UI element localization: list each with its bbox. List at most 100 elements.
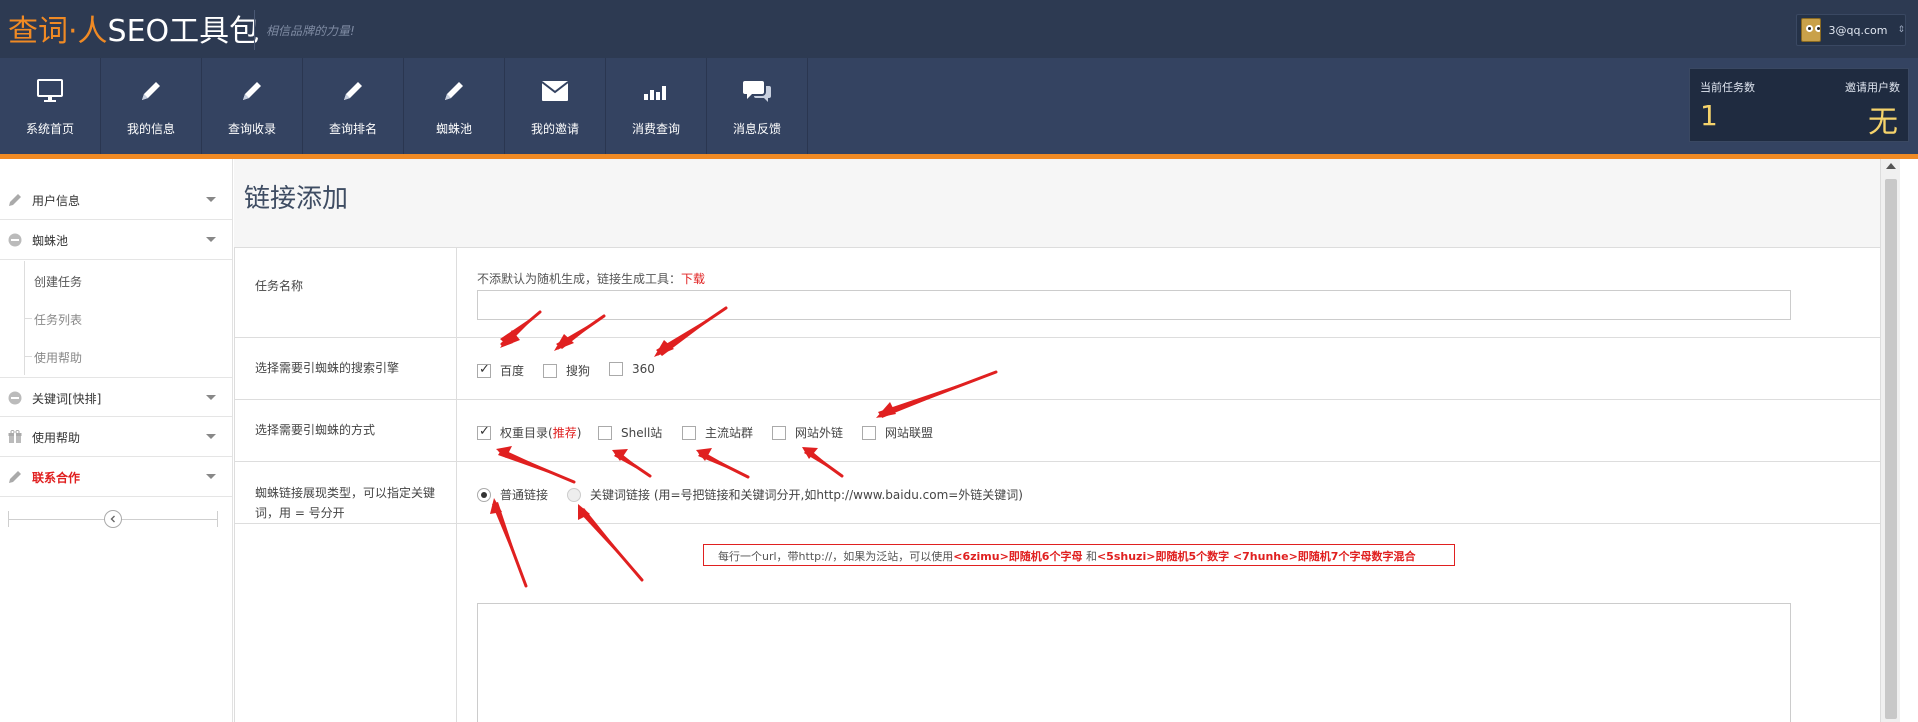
- nav-item-my-invites[interactable]: 我的邀请: [505, 58, 606, 154]
- method-option-label: Shell站: [621, 426, 663, 440]
- logo-part2: SEO工具包: [107, 14, 260, 49]
- nav-item-my-info[interactable]: 我的信息: [101, 58, 202, 154]
- nav-item-spider-pool[interactable]: 蜘蛛池: [404, 58, 505, 154]
- note-text: 和: [1082, 550, 1097, 563]
- form-value-cell: 不添默认为随机生成，链接生成工具：下载: [457, 248, 1880, 337]
- checkbox[interactable]: [862, 425, 876, 440]
- nav-item-consumption[interactable]: 消费查询: [606, 58, 707, 154]
- pencil-icon: [237, 76, 267, 106]
- sidebar-item-label: 关键词[快排]: [32, 392, 102, 406]
- engine-option-baidu[interactable]: 百度: [477, 362, 524, 379]
- sidebar-collapse-button[interactable]: [104, 510, 122, 528]
- checkbox[interactable]: [477, 424, 491, 440]
- nav-item-label: 我的信息: [126, 122, 175, 136]
- form-value-cell: 普通链接 关键词链接 (用=号把链接和关键词分开,如http://www.bai…: [457, 462, 1880, 523]
- method-option-weight-dir[interactable]: 权重目录(推荐): [477, 424, 581, 441]
- engine-option-label: 搜狗: [566, 364, 591, 378]
- nav-item-feedback[interactable]: 消息反馈: [707, 58, 808, 154]
- sidebar-subitem-task-list[interactable]: 任务列表: [0, 299, 232, 337]
- method-option-label-close: ): [576, 425, 582, 440]
- method-option-shell[interactable]: Shell站: [598, 424, 662, 441]
- link-add-form: 任务名称 不添默认为随机生成，链接生成工具：下载 选择需要引蜘蛛的搜索引擎 百度…: [234, 247, 1880, 722]
- checkbox[interactable]: [477, 362, 491, 378]
- method-option-label: 网站外链: [795, 426, 844, 440]
- form-label-cell: 选择需要引蜘蛛的搜索引擎: [235, 338, 457, 399]
- tree-branch: [24, 356, 32, 357]
- link-type-option-label: 普通链接: [500, 488, 549, 502]
- note-text: 每行一个url，带http://，如果为泛站，可以使用: [718, 550, 954, 563]
- nav-item-query-index[interactable]: 查询收录: [202, 58, 303, 154]
- nav-item-home[interactable]: 系统首页: [0, 58, 101, 154]
- caret-down-icon: [206, 237, 216, 242]
- sidebar-subitem-create-task[interactable]: 创建任务: [0, 261, 232, 299]
- engine-option-sogou[interactable]: 搜狗: [543, 362, 590, 379]
- sidebar-subitem-label: 创建任务: [34, 275, 83, 289]
- caret-down-icon: [206, 395, 216, 400]
- slogan: 相信品牌的力量!: [266, 24, 355, 38]
- collapse-line-end: [217, 511, 218, 527]
- sidebar-item-label: 联系合作: [32, 471, 81, 485]
- link-type-option-keyword[interactable]: 关键词链接 (用=号把链接和关键词分开,如http://www.baidu.co…: [567, 486, 1023, 503]
- task-name-label: 任务名称: [255, 279, 304, 293]
- user-menu[interactable]: 3@qq.com ⇕: [1796, 14, 1906, 46]
- method-option-label: 网站联盟: [885, 426, 934, 440]
- form-row-link-type: 蜘蛛链接展现类型，可以指定关键 词，用 = 号分开 普通链接 关键词链接 (用=…: [235, 462, 1880, 524]
- sidebar: 用户信息 蜘蛛池 创建任务 任务列表 使用帮助 关键词[快排] 使用帮助 联系合…: [0, 159, 233, 722]
- form-row-engines: 选择需要引蜘蛛的搜索引擎 百度 搜狗 360: [235, 338, 1880, 400]
- nav-item-label: 查询排名: [328, 122, 377, 136]
- main-nav: 系统首页 我的信息 查询收录 查询排名 蜘蛛池 我的邀请 消费查询 消息反馈 当…: [0, 58, 1918, 154]
- method-option-site-group[interactable]: 主流站群: [682, 424, 753, 441]
- nav-item-query-rank[interactable]: 查询排名: [303, 58, 404, 154]
- bar-chart-icon: [641, 76, 671, 106]
- radio[interactable]: [477, 487, 491, 502]
- top-bar: 查词·人 SEO工具包 相信品牌的力量! 3@qq.com ⇕: [0, 0, 1918, 58]
- link-type-label-line2: 词，用 = 号分开: [255, 506, 345, 520]
- sidebar-item-contact[interactable]: 联系合作: [0, 457, 232, 497]
- scroll-thumb[interactable]: [1885, 179, 1897, 719]
- tree-line: [24, 261, 25, 299]
- caret-down-icon: [206, 434, 216, 439]
- method-option-site-alliance[interactable]: 网站联盟: [862, 424, 933, 441]
- note-token-letters: <6zimu>即随机6个字母: [953, 550, 1083, 563]
- nav-item-label: 系统首页: [25, 122, 74, 136]
- engines-label: 选择需要引蜘蛛的搜索引擎: [255, 361, 400, 375]
- engine-option-label: 360: [632, 362, 655, 376]
- page-title: 链接添加: [244, 184, 349, 214]
- nav-item-label: 我的邀请: [530, 122, 579, 136]
- chat-icon: [742, 76, 772, 106]
- sidebar-item-keywords[interactable]: 关键词[快排]: [0, 377, 232, 417]
- sidebar-item-spider-pool[interactable]: 蜘蛛池: [0, 220, 232, 260]
- logo[interactable]: 查词·人 SEO工具包: [8, 8, 260, 49]
- checkbox[interactable]: [772, 425, 786, 440]
- page-scrollbar[interactable]: [1880, 159, 1900, 722]
- pencil-icon: [338, 76, 368, 106]
- checkbox[interactable]: [543, 363, 557, 378]
- checkbox[interactable]: [682, 425, 696, 440]
- method-option-external-links[interactable]: 网站外链: [772, 424, 843, 441]
- radio[interactable]: [567, 487, 581, 502]
- form-value-cell: 权重目录(推荐) Shell站 主流站群 网站外链 网站联盟: [457, 400, 1880, 461]
- download-link[interactable]: 下载: [681, 272, 705, 286]
- sidebar-item-user-info[interactable]: 用户信息: [0, 180, 232, 220]
- sidebar-subitem-label: 任务列表: [34, 313, 83, 327]
- checkbox[interactable]: [609, 362, 623, 376]
- envelope-icon: [540, 76, 570, 106]
- urls-textarea[interactable]: [477, 603, 1791, 722]
- sidebar-subitem-help[interactable]: 使用帮助: [0, 337, 232, 375]
- link-type-option-normal[interactable]: 普通链接: [477, 486, 548, 503]
- engine-option-360[interactable]: 360: [609, 362, 655, 376]
- sidebar-item-usage-help[interactable]: 使用帮助: [0, 417, 232, 457]
- methods-label: 选择需要引蜘蛛的方式: [255, 423, 376, 437]
- task-name-hint-text: 不添默认为随机生成，链接生成工具：: [477, 272, 682, 286]
- task-name-input[interactable]: [477, 290, 1791, 320]
- task-count-label: 当前任务数: [1700, 81, 1755, 94]
- checkbox[interactable]: [598, 425, 612, 440]
- recommended-tag: 推荐: [552, 426, 577, 440]
- scroll-up-icon[interactable]: [1886, 163, 1896, 169]
- engine-option-label: 百度: [500, 364, 525, 378]
- stats-box: 当前任务数 邀请用户数 1 无: [1689, 68, 1909, 142]
- logo-divider: [254, 10, 255, 50]
- sidebar-item-label: 使用帮助: [32, 431, 81, 445]
- nav-item-label: 消息反馈: [732, 122, 781, 136]
- caret-down-icon: [206, 474, 216, 479]
